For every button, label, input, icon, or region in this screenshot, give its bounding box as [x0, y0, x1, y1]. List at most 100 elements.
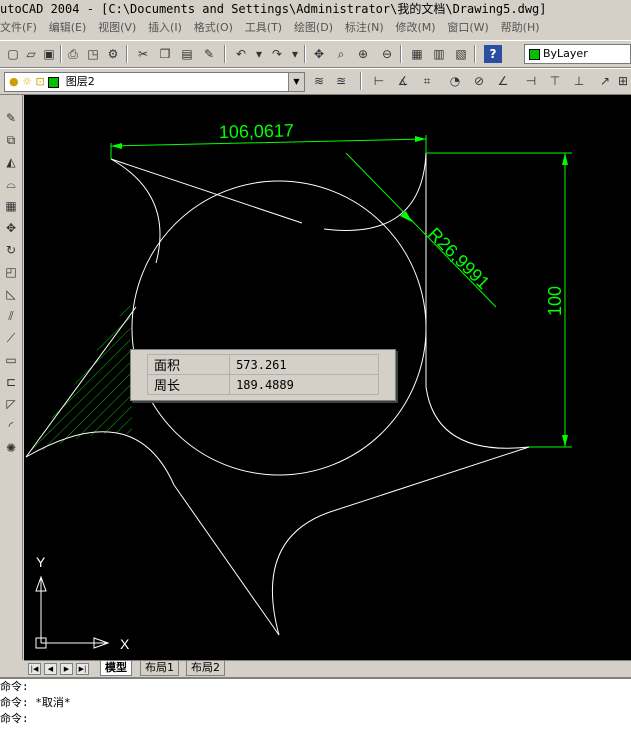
offset-icon[interactable]: ⌓ [2, 175, 20, 193]
dimension-arrow [562, 435, 568, 447]
layer-previous-icon[interactable]: ≊ [332, 72, 350, 90]
outline-line[interactable] [173, 484, 280, 636]
area-value: 573.261 [229, 354, 379, 375]
radius-dimension-icon[interactable]: ◔ [446, 72, 464, 90]
menu-format[interactable]: 格式(O) [190, 18, 237, 38]
open-file-icon[interactable]: ▱ [22, 45, 40, 63]
lightbulb-icon: ● [9, 75, 19, 88]
publish-icon[interactable]: ⚙ [104, 45, 122, 63]
dimension-arrow [415, 136, 426, 142]
menu-window[interactable]: 窗口(W) [443, 18, 492, 38]
extend-icon[interactable]: ⟋ [2, 329, 20, 347]
rotate-icon[interactable]: ↻ [2, 241, 20, 259]
toolbar-separator [400, 45, 402, 63]
properties-icon[interactable]: ▦ [408, 45, 426, 63]
redo-dropdown-icon[interactable]: ▾ [286, 45, 304, 63]
dim-vertical-text[interactable]: 100 [545, 286, 565, 316]
layer-combo[interactable]: ● ☼ ⊡ 图层2 ▼ [4, 72, 305, 92]
last-tab-icon[interactable]: ▶| [76, 663, 89, 675]
erase-icon[interactable]: ✎ [2, 109, 20, 127]
menu-view[interactable]: 视图(V) [94, 18, 140, 38]
fillet-icon[interactable]: ◜ [2, 417, 20, 435]
mirror-icon[interactable]: ◭ [2, 153, 20, 171]
standard-toolbar: ▢ ▱ ▣ ⎙ ◳ ⚙ ✂ ❐ ▤ ✎ ↶ ▾ ↷ ▾ ✥ ⌕ ⊕ ⊖ ▦ ▥ … [0, 40, 631, 68]
zoom-previous-icon[interactable]: ⊖ [378, 45, 396, 63]
dim-radius-text[interactable]: R26,9991 [424, 224, 493, 293]
tab-layout2[interactable]: 布局2 [186, 661, 225, 676]
toolbar-separator [60, 45, 62, 63]
continue-dimension-icon[interactable]: ⊥ [570, 72, 588, 90]
toolbar-separator [304, 45, 306, 63]
color-combo[interactable]: ByLayer [524, 44, 631, 64]
move-icon[interactable]: ✥ [2, 219, 20, 237]
menu-dimension[interactable]: 标注(N) [341, 18, 388, 38]
linear-dimension-icon[interactable]: ⊢ [370, 72, 388, 90]
tab-model[interactable]: 模型 [100, 661, 132, 676]
array-icon[interactable]: ▦ [2, 197, 20, 215]
arc[interactable] [272, 509, 337, 636]
menu-modify[interactable]: 修改(M) [391, 18, 439, 38]
tool-palettes-icon[interactable]: ▧ [452, 45, 470, 63]
ordinate-dimension-icon[interactable]: ⌗ [418, 72, 436, 90]
leader-icon[interactable]: ↗ [596, 72, 614, 90]
aligned-dimension-icon[interactable]: ∡ [394, 72, 412, 90]
dim-horizontal-text[interactable]: 106,0617 [219, 120, 295, 142]
ucs-y-label: Y [36, 554, 46, 570]
save-icon[interactable]: ▣ [40, 45, 58, 63]
layer-manager-icon[interactable]: ≋ [310, 72, 328, 90]
break-at-point-icon[interactable]: ⊏ [2, 373, 20, 391]
zoom-realtime-icon[interactable]: ⌕ [332, 45, 350, 63]
scale-icon[interactable]: ◰ [2, 263, 20, 281]
design-center-icon[interactable]: ▥ [430, 45, 448, 63]
print-preview-icon[interactable]: ◳ [84, 45, 102, 63]
color-swatch [529, 48, 540, 60]
toolbar-separator [474, 45, 476, 63]
drawing-canvas[interactable]: 106,0617 R26,9991 100 Y X 面积 573.261 周长 … [24, 95, 631, 660]
new-file-icon[interactable]: ▢ [4, 45, 22, 63]
stretch-icon[interactable]: ◺ [2, 285, 20, 303]
next-tab-icon[interactable]: ▶ [60, 663, 73, 675]
paste-icon[interactable]: ▤ [178, 45, 196, 63]
match-properties-icon[interactable]: ✎ [200, 45, 218, 63]
chevron-down-icon[interactable]: ▼ [288, 73, 304, 91]
command-prompt[interactable]: 命令: [0, 711, 631, 727]
diameter-dimension-icon[interactable]: ⊘ [470, 72, 488, 90]
menu-edit[interactable]: 编辑(E) [45, 18, 91, 38]
menu-tools[interactable]: 工具(T) [241, 18, 286, 38]
first-tab-icon[interactable]: |◀ [28, 663, 41, 675]
break-icon[interactable]: ▭ [2, 351, 20, 369]
outline-line[interactable] [110, 158, 303, 224]
arc[interactable] [110, 158, 161, 264]
chamfer-icon[interactable]: ◸ [2, 395, 20, 413]
command-line[interactable]: 命令: 命令: *取消* 命令: [0, 677, 631, 729]
cut-icon[interactable]: ✂ [134, 45, 152, 63]
arc[interactable] [425, 386, 530, 449]
help-icon[interactable]: ? [484, 45, 502, 63]
baseline-dimension-icon[interactable]: ⊤ [546, 72, 564, 90]
print-icon[interactable]: ⎙ [64, 45, 82, 63]
angular-dimension-icon[interactable]: ∠ [494, 72, 512, 90]
menu-insert[interactable]: 插入(I) [144, 18, 186, 38]
copy-object-icon[interactable]: ⧉ [2, 131, 20, 149]
explode-icon[interactable]: ✺ [2, 439, 20, 457]
menu-file[interactable]: 文件(F) [0, 18, 41, 38]
pan-icon[interactable]: ✥ [310, 45, 328, 63]
tolerance-icon[interactable]: ⊞ [614, 72, 631, 90]
copy-icon[interactable]: ❐ [156, 45, 174, 63]
layout-tabs-bar: |◀ ◀ ▶ ▶| 模型 布局1 布局2 [24, 660, 631, 677]
prev-tab-icon[interactable]: ◀ [44, 663, 57, 675]
hatch-region[interactable] [26, 301, 132, 457]
undo-dropdown-icon[interactable]: ▾ [250, 45, 268, 63]
sun-icon: ☼ [22, 75, 32, 88]
trim-icon[interactable]: ⫽ [2, 307, 20, 325]
redo-icon[interactable]: ↷ [268, 45, 286, 63]
outline-line[interactable] [335, 446, 530, 511]
menu-draw[interactable]: 绘图(D) [290, 18, 337, 38]
zoom-window-icon[interactable]: ⊕ [354, 45, 372, 63]
quick-dimension-icon[interactable]: ⊣ [522, 72, 540, 90]
ucs-x-label: X [120, 636, 130, 652]
undo-icon[interactable]: ↶ [232, 45, 250, 63]
area-label: 面积 [146, 354, 231, 375]
menu-help[interactable]: 帮助(H) [497, 18, 544, 38]
tab-layout1[interactable]: 布局1 [140, 661, 179, 676]
